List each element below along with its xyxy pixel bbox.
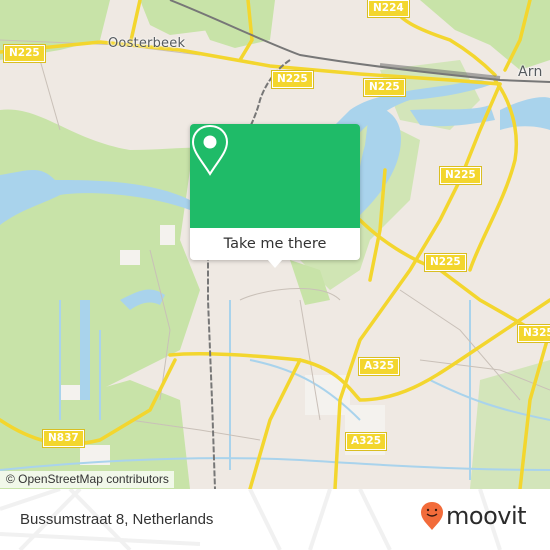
take-me-there-label: Take me there: [223, 236, 327, 252]
place-label-oosterbeek: Oosterbeek: [108, 36, 186, 51]
moovit-logo[interactable]: moovit: [420, 501, 527, 531]
moovit-wordmark: moovit: [446, 502, 527, 530]
road-shield-n225: N225: [3, 44, 46, 63]
map-pin-icon: [191, 124, 229, 176]
location-popup: Take me there: [190, 124, 360, 268]
road-shield-n837: N837: [42, 429, 85, 448]
road-shield-n325: N325: [517, 324, 550, 343]
road-shield-n225: N225: [439, 166, 482, 185]
attribution-text: © OpenStreetMap contributors: [6, 472, 169, 486]
footer: Bussumstraat 8, Netherlands moovit: [0, 489, 550, 550]
address-text: Bussumstraat 8, Netherlands: [20, 511, 214, 528]
popup-pointer: [267, 259, 283, 268]
road-shield-a325: A325: [357, 357, 401, 376]
popup-header: [190, 124, 360, 228]
road-shield-n225: N225: [363, 78, 406, 97]
place-label-arnhem: Arn: [518, 64, 543, 80]
map-attribution[interactable]: © OpenStreetMap contributors: [0, 471, 174, 488]
road-shield-a325: A325: [344, 432, 388, 451]
map[interactable]: Oosterbeek Arn N225 N224 N225 N225 N225 …: [0, 0, 550, 489]
take-me-there-button[interactable]: Take me there: [190, 228, 360, 260]
road-shield-n225: N225: [424, 253, 467, 272]
road-shield-n224: N224: [367, 0, 410, 18]
road-shield-n225: N225: [271, 70, 314, 89]
moovit-pin-icon: [421, 502, 443, 530]
